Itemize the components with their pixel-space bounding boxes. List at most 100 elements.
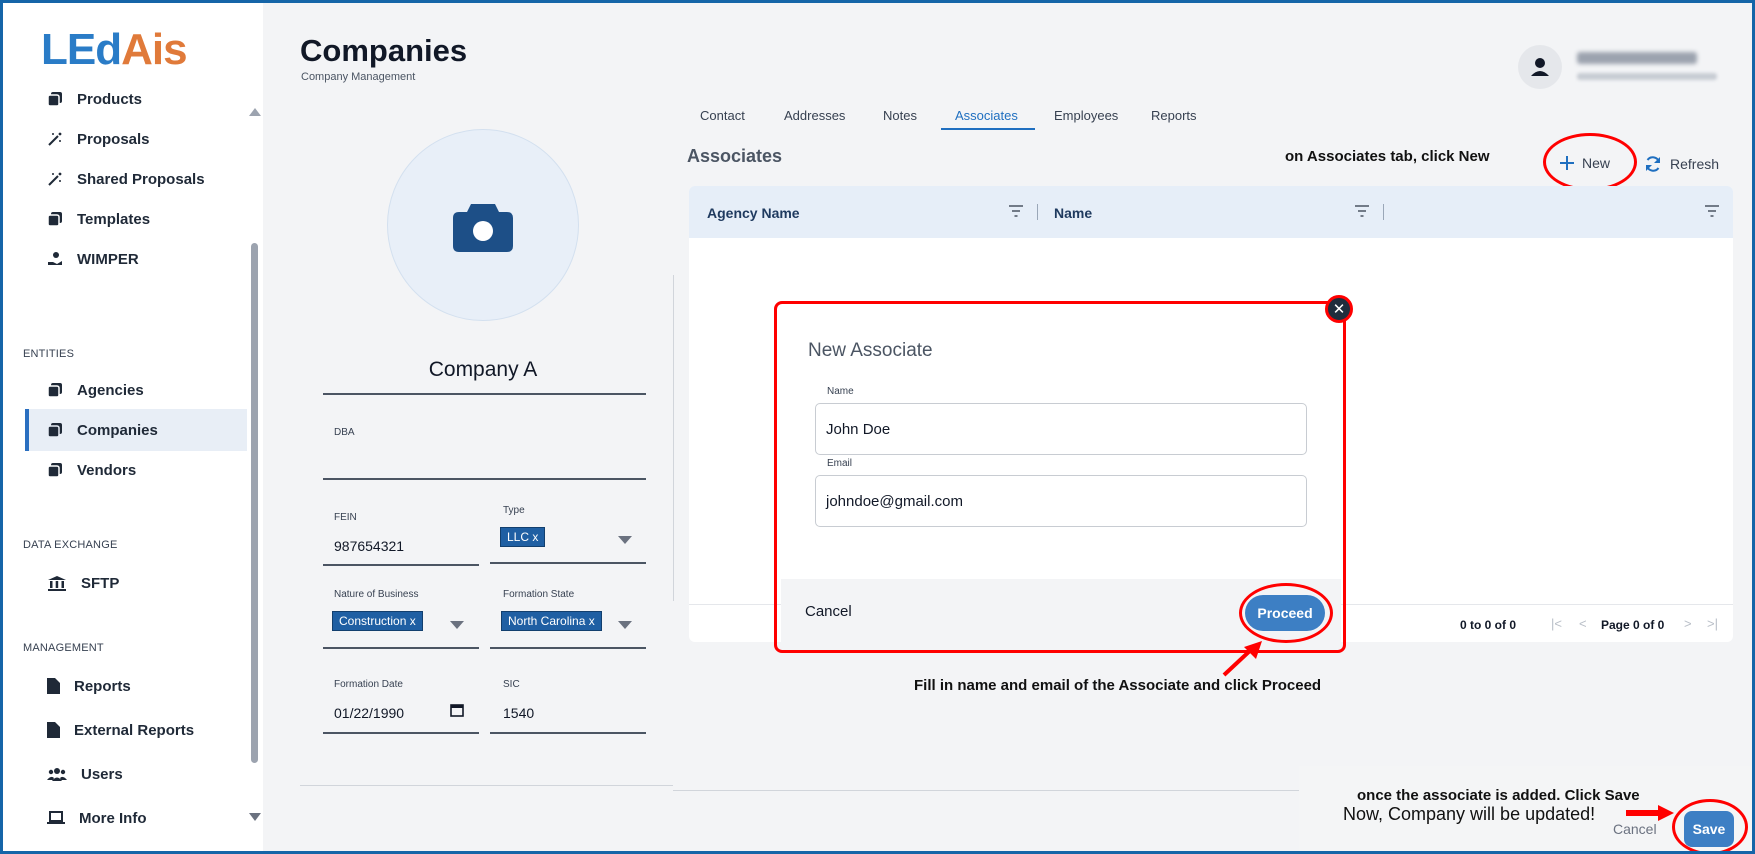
app-logo[interactable]: LEdAis (41, 25, 188, 75)
laptop-icon (47, 811, 65, 824)
scroll-up-arrow-icon[interactable] (249, 108, 261, 116)
filter-icon[interactable] (1355, 205, 1369, 217)
sidebar-item-sftp[interactable]: SFTP (25, 562, 247, 604)
hand-coin-icon (48, 252, 62, 265)
sidebar-item-companies[interactable]: Companies (25, 409, 247, 451)
user-name-blurred (1577, 52, 1697, 64)
modal-close-icon[interactable]: ✕ (1325, 295, 1353, 323)
sidebar-item-agencies[interactable]: Agencies (25, 369, 247, 411)
formation-state-chip[interactable]: North Carolina x (501, 611, 602, 631)
last-page-icon[interactable]: >| (1707, 616, 1718, 631)
pager-summary: 0 to 0 of 0 (1460, 618, 1517, 632)
sidebar-item-templates[interactable]: Templates (25, 198, 247, 240)
associates-section-title: Associates (687, 146, 783, 166)
formation-date-field[interactable]: 01/22/1990 (334, 705, 404, 721)
formation-state-dropdown-caret-icon[interactable] (618, 621, 632, 629)
refresh-button[interactable]: Refresh (1644, 155, 1719, 173)
nature-chip[interactable]: Construction x (332, 611, 423, 631)
camera-icon (453, 204, 513, 252)
sic-underline (490, 732, 646, 734)
panel-divider (673, 275, 674, 601)
app-window: LEdAis Products Proposals Shared Proposa… (3, 3, 1752, 851)
user-email-blurred (1577, 73, 1717, 80)
stack-icon (47, 383, 62, 398)
fein-field[interactable]: 987654321 (334, 538, 404, 554)
formation-date-label: Formation Date (334, 679, 403, 690)
previous-page-icon[interactable]: < (1579, 616, 1587, 631)
sidebar-item-proposals[interactable]: Proposals (25, 118, 247, 160)
sidebar-item-reports[interactable]: Reports (25, 665, 247, 707)
sidebar-item-vendors[interactable]: Vendors (25, 449, 247, 491)
formation-state-label: Formation State (503, 589, 575, 600)
sidebar-item-users[interactable]: Users (25, 753, 247, 795)
annotation-circle-new (1543, 133, 1637, 191)
type-underline (490, 562, 646, 564)
tab-addresses[interactable]: Addresses (784, 108, 845, 123)
annotation-arrow-save-icon (1626, 805, 1674, 821)
annotation-save-hint-2: Now, Company will be updated! (1343, 804, 1596, 824)
chip-remove-icon[interactable]: x (589, 614, 595, 628)
sidebar-scrollbar[interactable] (251, 243, 258, 763)
column-separator[interactable] (1037, 204, 1038, 220)
tab-notes[interactable]: Notes (883, 108, 917, 123)
sidebar-item-wimper[interactable]: WIMPER (25, 238, 247, 280)
bank-icon (48, 576, 66, 591)
filter-icon[interactable] (1705, 205, 1719, 217)
dba-label: DBA (334, 427, 355, 438)
right-bottom-rule (673, 790, 1313, 791)
formation-date-underline (323, 732, 479, 734)
type-dropdown-caret-icon[interactable] (618, 536, 632, 544)
section-label-management: MANAGEMENT (23, 642, 104, 654)
refresh-icon (1646, 156, 1660, 172)
nature-label: Nature of Business (334, 589, 419, 600)
section-label-entities: ENTITIES (23, 348, 75, 360)
company-name-underline (323, 393, 646, 395)
sidebar-item-products[interactable]: Products (25, 78, 247, 120)
column-separator[interactable] (1383, 204, 1384, 220)
footer-cancel-button[interactable]: Cancel (1613, 821, 1657, 837)
magic-wand-icon (48, 132, 62, 146)
chip-remove-icon[interactable]: x (532, 530, 538, 544)
company-photo-upload[interactable] (387, 129, 579, 321)
column-header-name[interactable]: Name (1054, 205, 1092, 221)
file-icon (47, 678, 60, 694)
column-header-agency-name[interactable]: Agency Name (707, 205, 800, 221)
tab-associates[interactable]: Associates (955, 108, 1018, 123)
type-label: Type (503, 505, 525, 516)
tab-reports[interactable]: Reports (1151, 108, 1197, 123)
company-name[interactable]: Company A (323, 358, 643, 382)
sic-field[interactable]: 1540 (503, 705, 534, 721)
chip-remove-icon[interactable]: x (410, 614, 416, 628)
avatar[interactable] (1518, 45, 1562, 89)
calendar-icon[interactable] (450, 703, 464, 717)
active-tab-indicator (941, 128, 1035, 130)
page-title: Companies (300, 33, 468, 68)
annotation-circle-save (1672, 799, 1748, 851)
scroll-down-arrow-icon[interactable] (249, 813, 261, 821)
next-page-icon[interactable]: > (1684, 616, 1692, 631)
nature-dropdown-caret-icon[interactable] (450, 621, 464, 629)
stack-icon (47, 212, 62, 227)
fein-underline (323, 564, 479, 566)
file-icon (47, 722, 60, 738)
stack-icon (47, 92, 62, 107)
filter-icon[interactable] (1009, 205, 1023, 217)
nature-underline (323, 647, 479, 649)
section-label-data-exchange: DATA EXCHANGE (23, 539, 118, 551)
sidebar-item-shared-proposals[interactable]: Shared Proposals (25, 158, 247, 200)
page-subtitle: Company Management (301, 71, 416, 83)
annotation-new-hint: on Associates tab, click New (1285, 148, 1490, 165)
users-icon (47, 768, 67, 781)
sidebar-item-more-info[interactable]: More Info (25, 797, 247, 839)
sidebar-item-external-reports[interactable]: External Reports (25, 709, 247, 751)
tab-contact[interactable]: Contact (700, 108, 745, 123)
magic-wand-icon (48, 172, 62, 186)
annotation-arrow-proceed-icon (1222, 641, 1262, 677)
user-icon (1531, 58, 1549, 76)
sic-label: SIC (503, 679, 520, 690)
first-page-icon[interactable]: |< (1551, 616, 1562, 631)
tab-employees[interactable]: Employees (1054, 108, 1118, 123)
stack-icon (47, 423, 62, 438)
type-chip[interactable]: LLC x (500, 527, 546, 547)
fein-label: FEIN (334, 512, 357, 523)
